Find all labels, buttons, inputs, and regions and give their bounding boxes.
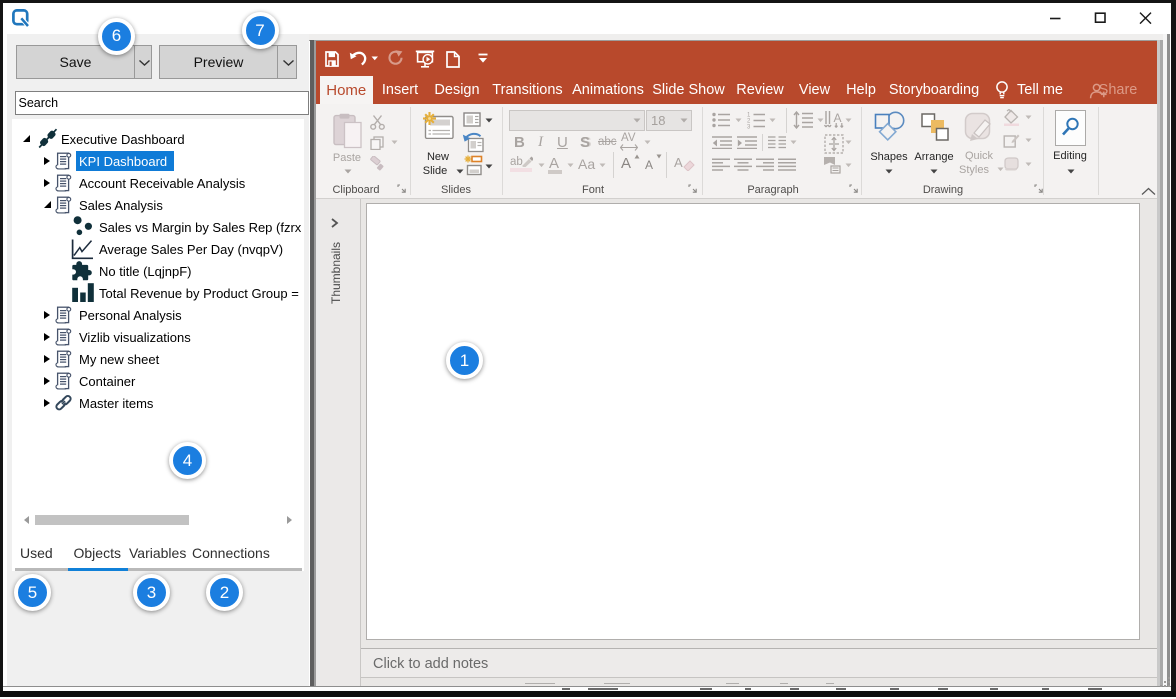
svg-text:3: 3 <box>747 125 751 130</box>
svg-text:A: A <box>834 111 842 125</box>
